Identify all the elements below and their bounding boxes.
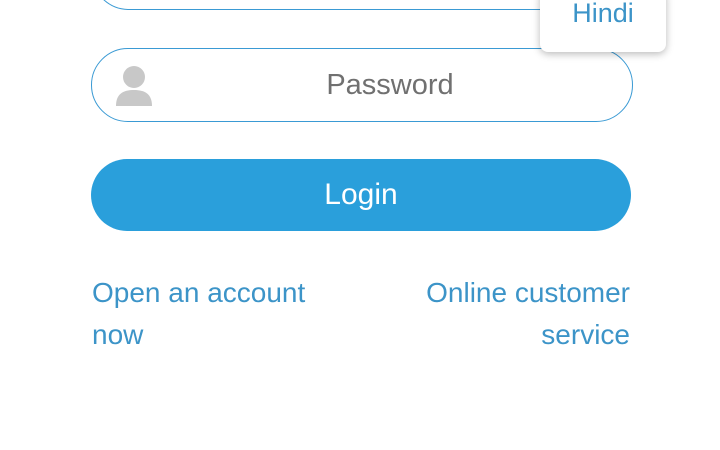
language-option-hindi[interactable]: Hindi xyxy=(540,0,666,29)
user-icon xyxy=(114,64,154,108)
login-page: Login Open an account now Online custome… xyxy=(0,0,720,450)
customer-service-link[interactable]: Online customer service xyxy=(370,272,630,356)
password-field-container[interactable] xyxy=(91,48,633,122)
open-account-link[interactable]: Open an account now xyxy=(92,272,352,356)
login-button[interactable]: Login xyxy=(91,159,631,231)
password-input[interactable] xyxy=(92,49,632,121)
language-dropdown: Hindi xyxy=(540,0,666,52)
